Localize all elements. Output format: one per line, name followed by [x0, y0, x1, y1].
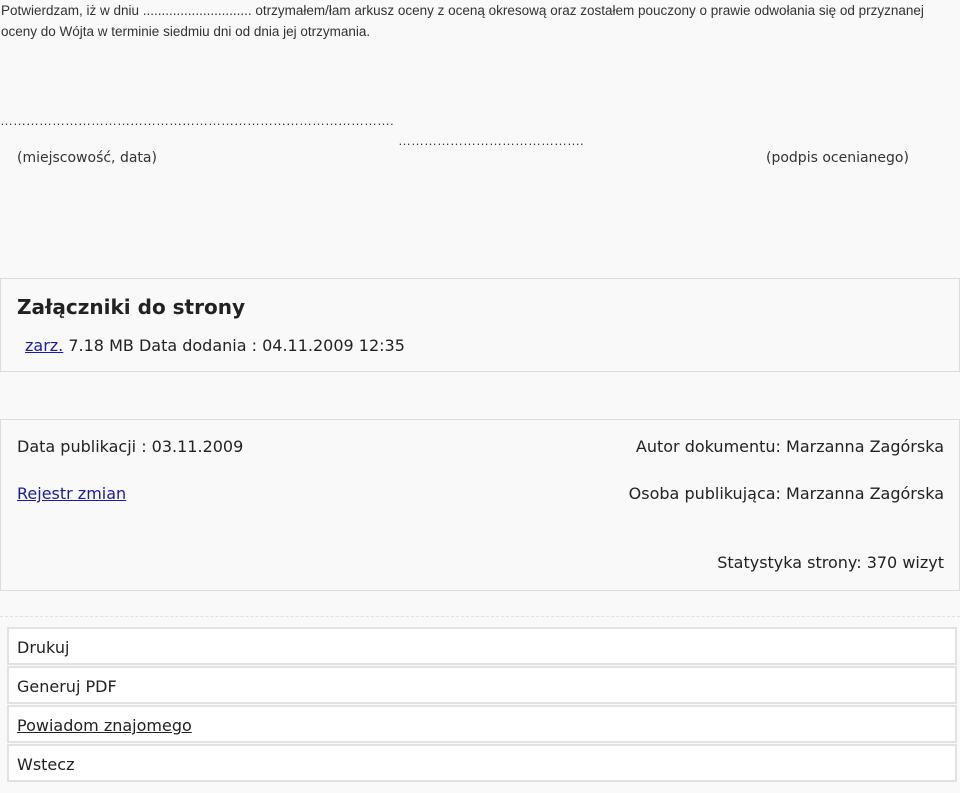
notify-friend-link[interactable]: Powiadom znajomego — [17, 716, 192, 735]
declaration-section: Potwierdzam, iż w dniu .................… — [0, 0, 960, 278]
print-button[interactable]: Drukuj — [7, 627, 957, 665]
attachment-info: 7.18 MB Data dodania : 04.11.2009 12:35 — [68, 336, 405, 355]
signature-dots: ……………………………………. — [398, 133, 584, 148]
section-divider — [0, 616, 960, 617]
signature-label: (podpis ocenianego) — [766, 150, 909, 166]
publication-date: Data publikacji : 03.11.2009 — [17, 437, 244, 456]
back-label: Wstecz — [17, 755, 75, 774]
document-meta-panel: Data publikacji : 03.11.2009 Rejestr zmi… — [0, 419, 960, 591]
back-button[interactable]: Wstecz — [7, 744, 957, 782]
declaration-text: Potwierdzam, iż w dniu .................… — [1, 3, 924, 39]
print-label: Drukuj — [17, 638, 70, 657]
place-date-dots: ………………………………………………………………………………. — [0, 113, 394, 128]
page-statistics: Statystyka strony: 370 wizyt — [717, 553, 944, 572]
generate-pdf-button[interactable]: Generuj PDF — [7, 666, 957, 704]
attachments-panel: Załączniki do strony zarz. 7.18 MB Data … — [0, 278, 960, 372]
change-log-link[interactable]: Rejestr zmian — [17, 484, 126, 503]
attachments-heading: Załączniki do strony — [17, 295, 245, 319]
generate-pdf-label: Generuj PDF — [17, 677, 117, 696]
document-publisher: Osoba publikująca: Marzanna Zagórska — [628, 484, 944, 503]
place-date-label: (miejscowość, data) — [17, 150, 157, 166]
attachment-link[interactable]: zarz. — [25, 336, 63, 355]
actions-list: Drukuj Generuj PDF Powiadom znajomego Ws… — [7, 627, 957, 783]
document-author: Autor dokumentu: Marzanna Zagórska — [635, 437, 944, 456]
attachment-item: zarz. 7.18 MB Data dodania : 04.11.2009 … — [25, 336, 405, 355]
notify-friend-button[interactable]: Powiadom znajomego — [7, 705, 957, 743]
